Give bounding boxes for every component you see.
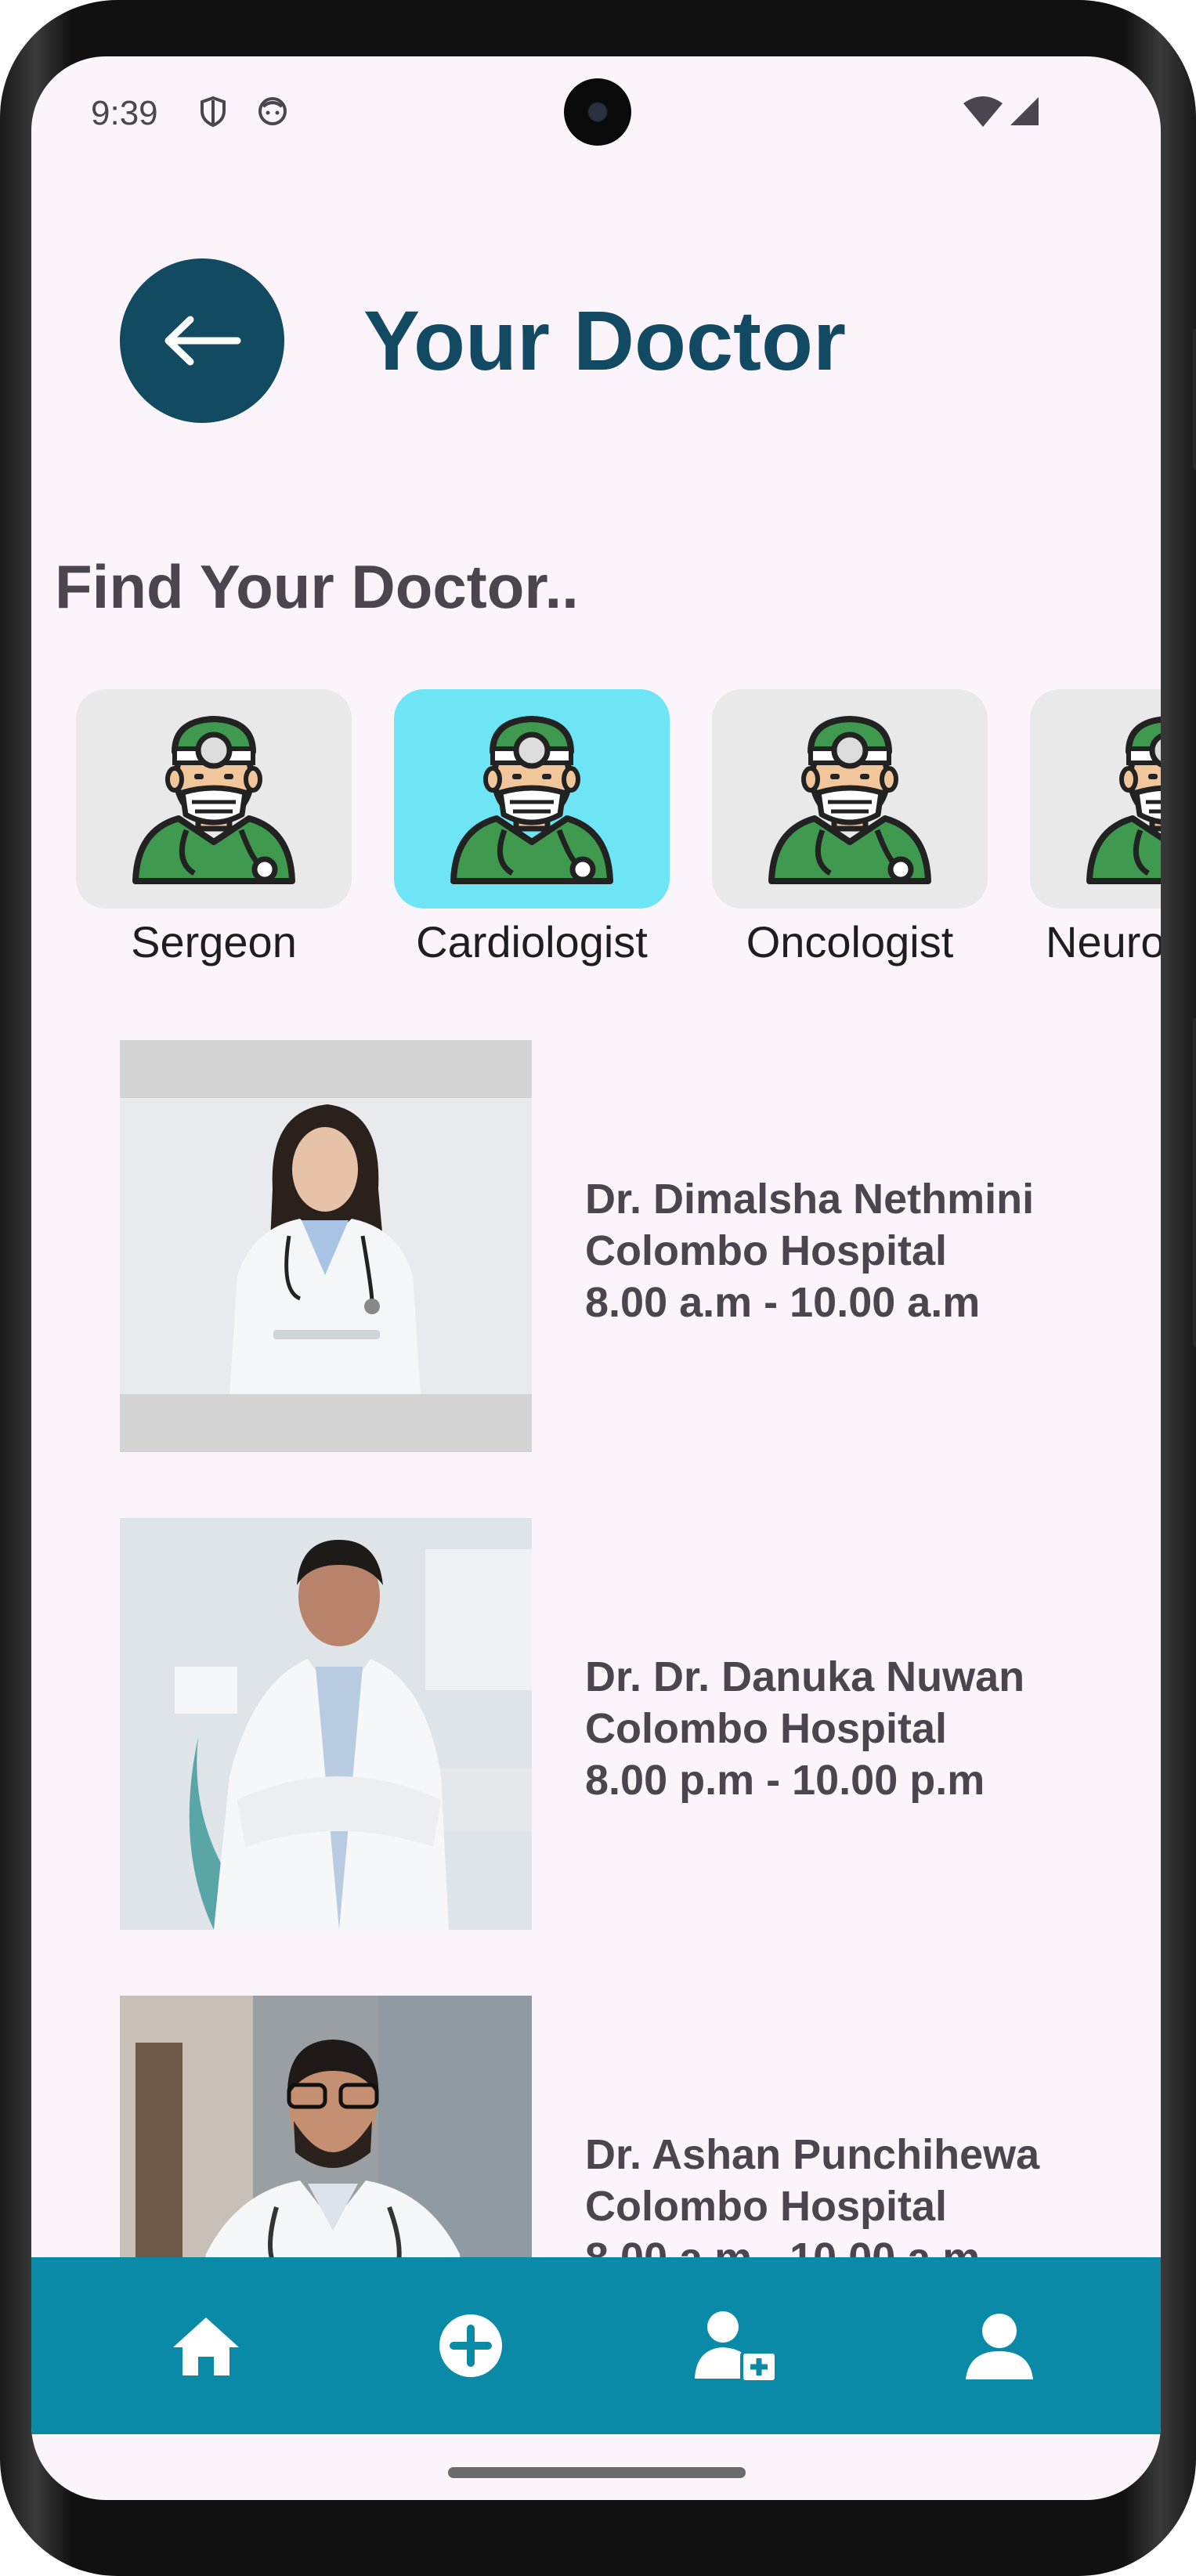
page-title: Your Doctor [363, 293, 846, 388]
profile-icon [966, 2314, 1033, 2379]
doctor-icon [756, 705, 944, 893]
back-button[interactable] [120, 258, 284, 423]
nav-doctors[interactable] [688, 2299, 782, 2393]
doctor-photo [120, 1518, 532, 1930]
doctor-icon [438, 705, 626, 893]
device-frame: 9:39 Your Doctor Find Your Doctor.. Serg… [0, 0, 1196, 2576]
face-icon [258, 97, 287, 125]
doctor-card[interactable]: Dr. Dr. Danuka Nuwan Colombo Hospital 8.… [120, 1518, 1099, 1930]
category-label: Neuro [1046, 917, 1161, 966]
category-label: Cardiologist [416, 917, 648, 966]
category-neuro[interactable]: Neuro [1030, 689, 1161, 967]
category-card [76, 689, 352, 909]
app-screen: 9:39 Your Doctor Find Your Doctor.. Serg… [31, 56, 1161, 2500]
category-card [394, 689, 670, 909]
category-oncologist[interactable]: Oncologist [712, 689, 988, 967]
category-card [712, 689, 988, 909]
nav-add[interactable] [424, 2299, 518, 2393]
doctor-card[interactable]: Dr. Dimalsha Nethmini Colombo Hospital 8… [120, 1040, 1099, 1452]
add-circle-icon [439, 2314, 502, 2377]
power-button [1193, 1018, 1196, 1347]
doctor-info: Dr. Dr. Danuka Nuwan Colombo Hospital 8.… [585, 1651, 1024, 1806]
category-cardiologist[interactable]: Cardiologist [394, 689, 670, 967]
home-icon [173, 2318, 239, 2375]
doctor-time: 8.00 p.m - 10.00 p.m [585, 1757, 985, 1804]
volume-button [1193, 329, 1196, 470]
category-label: Oncologist [746, 917, 954, 966]
doctor-info: Dr. Dimalsha Nethmini Colombo Hospital 8… [585, 1173, 1034, 1328]
doctor-icon [1074, 705, 1161, 893]
doctor-hospital: Colombo Hospital [585, 1705, 947, 1752]
front-camera [564, 78, 631, 146]
wifi-icon [963, 96, 1003, 127]
category-label: Sergeon [131, 917, 297, 966]
signal-icon [1010, 97, 1039, 125]
doctor-icon [120, 705, 308, 893]
doctor-photo [120, 1040, 532, 1452]
status-time: 9:39 [91, 94, 158, 132]
shield-icon [201, 96, 226, 128]
doctor-name: Dr. Dimalsha Nethmini [585, 1176, 1035, 1223]
doctor-time: 8.00 a.m - 10.00 a.m [585, 1279, 981, 1326]
arrow-left-icon [164, 316, 241, 366]
doctor-name: Dr. Dr. Danuka Nuwan [585, 1653, 1025, 1700]
doctor-name: Dr. Ashan Punchihewa [585, 2131, 1040, 2178]
doctor-hospital: Colombo Hospital [585, 1227, 947, 1274]
nav-profile[interactable] [952, 2299, 1046, 2393]
doctor-hospital: Colombo Hospital [585, 2183, 947, 2230]
home-indicator[interactable] [448, 2467, 746, 2478]
status-bar: 9:39 [31, 56, 1161, 174]
category-card [1030, 689, 1161, 909]
bottom-navigation [31, 2257, 1161, 2434]
doctor-medical-icon [695, 2311, 778, 2383]
nav-home[interactable] [159, 2299, 253, 2393]
category-list[interactable]: Sergeon Cardiologist Oncologist Neuro [31, 689, 1161, 1034]
section-subtitle: Find Your Doctor.. [55, 552, 579, 621]
category-sergeon[interactable]: Sergeon [76, 689, 352, 967]
